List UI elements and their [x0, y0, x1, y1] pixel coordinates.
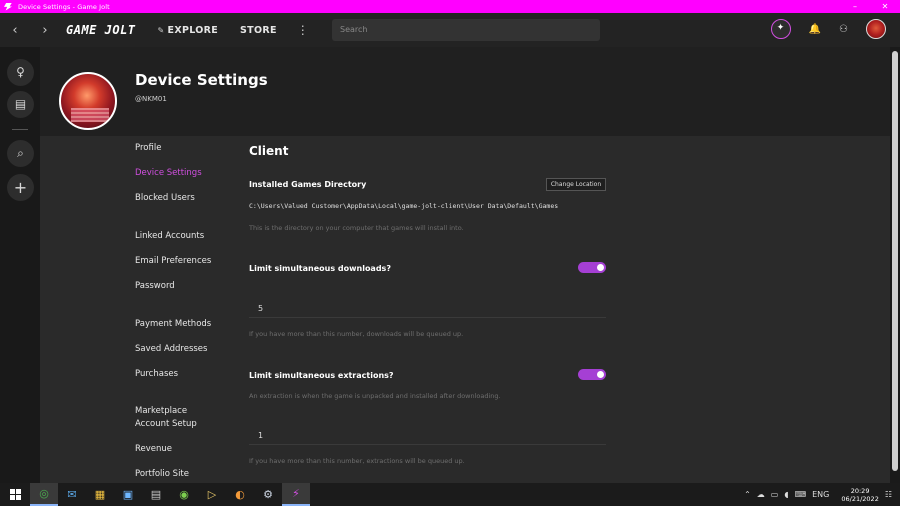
- cloud-icon[interactable]: ☁: [757, 490, 765, 499]
- user-avatar-small[interactable]: [866, 19, 886, 39]
- sidenav-item-marketplace-account-setup[interactable]: Marketplace Account Setup: [135, 405, 197, 431]
- username[interactable]: @NKM01: [135, 95, 167, 103]
- search-input[interactable]: Search: [332, 19, 600, 41]
- page-header: Device Settings @NKM01: [40, 47, 890, 136]
- store-link[interactable]: STORE: [240, 25, 277, 36]
- user-avatar-large[interactable]: [59, 72, 117, 130]
- top-navigation: ‹ › GAME JOLT EXPLORE STORE ⋮ Search ✦ 🔔…: [0, 13, 900, 47]
- main-content: Profile Device Settings Blocked Users Li…: [40, 136, 890, 483]
- extractions-number-input[interactable]: 1: [249, 425, 606, 445]
- notification-center-icon[interactable]: ☷: [885, 490, 892, 499]
- more-menu-icon[interactable]: ⋮: [297, 23, 309, 37]
- sidenav-item-profile[interactable]: Profile: [135, 142, 161, 155]
- sidenav-item-email-preferences[interactable]: Email Preferences: [135, 255, 211, 268]
- section-heading-client: Client: [249, 144, 289, 158]
- language-indicator[interactable]: ENG: [812, 490, 829, 499]
- sidenav-item-password[interactable]: Password: [135, 280, 175, 293]
- rail-home-icon[interactable]: ♀: [7, 59, 34, 86]
- installed-dir-path: C:\Users\Valued Customer\AppData\Local\g…: [249, 202, 559, 210]
- sidenav-item-portfolio-site[interactable]: Portfolio Site: [135, 468, 189, 481]
- volume-icon[interactable]: ◖: [784, 490, 788, 499]
- left-rail: ♀ ▤ ⌕ +: [0, 47, 40, 483]
- network-icon[interactable]: ▭: [771, 490, 779, 499]
- page-title: Device Settings: [135, 71, 268, 89]
- downloads-number-input[interactable]: 5: [249, 298, 606, 318]
- back-arrow-icon[interactable]: ‹: [0, 23, 30, 38]
- game-jolt-app-icon: [4, 2, 12, 11]
- taskbar-clock[interactable]: 20:29 06/21/2022: [841, 487, 878, 503]
- window-title: Device Settings - Game Jolt: [18, 2, 110, 11]
- rail-library-icon[interactable]: ▤: [7, 91, 34, 118]
- sidenav-item-payment-methods[interactable]: Payment Methods: [135, 318, 211, 331]
- system-tray: ⌃ ☁ ▭ ◖ ⌨ ENG 20:29 06/21/2022 ☷: [744, 487, 900, 503]
- minimize-button[interactable]: –: [840, 0, 870, 13]
- notifications-bell-icon[interactable]: 🔔: [809, 24, 821, 35]
- limit-extractions-toggle[interactable]: [578, 369, 606, 380]
- quest-icon[interactable]: ✦: [770, 19, 791, 39]
- limit-downloads-toggle[interactable]: [578, 262, 606, 273]
- windows-logo-icon: [9, 489, 21, 500]
- sidenav-item-purchases[interactable]: Purchases: [135, 368, 178, 381]
- taskbar-files-icon[interactable]: ▤: [142, 483, 170, 506]
- installed-dir-help: This is the directory on your computer t…: [249, 224, 464, 232]
- taskbar-browser-icon[interactable]: ◐: [226, 483, 254, 506]
- taskbar-gamejolt-icon[interactable]: ⚡: [282, 483, 310, 506]
- taskbar-explorer-icon[interactable]: ▦: [86, 483, 114, 506]
- friends-icon[interactable]: ⚇: [839, 24, 848, 35]
- taskbar-chrome-icon[interactable]: ◎: [30, 483, 58, 506]
- rail-search-icon[interactable]: ⌕: [7, 140, 34, 167]
- game-jolt-logo[interactable]: GAME JOLT: [66, 23, 136, 37]
- main-scrollbar[interactable]: [890, 47, 900, 483]
- top-right-icons: ✦ 🔔 ⚇: [770, 19, 886, 39]
- taskbar-steam-icon[interactable]: ⚙: [254, 483, 282, 506]
- sidenav-item-revenue[interactable]: Revenue: [135, 443, 172, 456]
- rail-divider: [12, 129, 28, 130]
- limit-downloads-label: Limit simultaneous downloads?: [249, 264, 391, 273]
- explore-link[interactable]: EXPLORE: [158, 25, 219, 36]
- tray-chevron-icon[interactable]: ⌃: [744, 490, 751, 499]
- rail-add-icon[interactable]: +: [7, 174, 34, 201]
- start-button[interactable]: [0, 483, 30, 506]
- sidenav-item-blocked-users[interactable]: Blocked Users: [135, 192, 195, 205]
- keyboard-icon[interactable]: ⌨: [795, 490, 807, 499]
- close-button[interactable]: ✕: [870, 0, 900, 13]
- extractions-help: If you have more than this number, extra…: [249, 457, 465, 465]
- taskbar-window-icon[interactable]: ▣: [114, 483, 142, 506]
- taskbar-game-icon[interactable]: ◉: [170, 483, 198, 506]
- extractions-description: An extraction is when the game is unpack…: [249, 392, 501, 400]
- sidenav-item-saved-addresses[interactable]: Saved Addresses: [135, 343, 207, 356]
- scrollbar-thumb[interactable]: [892, 51, 898, 471]
- sidenav-item-linked-accounts[interactable]: Linked Accounts: [135, 230, 204, 243]
- window-controls: – ✕: [840, 0, 900, 13]
- forward-arrow-icon[interactable]: ›: [30, 23, 60, 38]
- window-titlebar: Device Settings - Game Jolt – ✕: [0, 0, 900, 13]
- change-location-button[interactable]: Change Location: [546, 178, 606, 191]
- clock-date: 06/21/2022: [841, 494, 879, 503]
- taskbar-mail-icon[interactable]: ✉: [58, 483, 86, 506]
- limit-extractions-label: Limit simultaneous extractions?: [249, 371, 394, 380]
- downloads-help: If you have more than this number, downl…: [249, 330, 464, 338]
- taskbar-media-icon[interactable]: ▷: [198, 483, 226, 506]
- installed-dir-label: Installed Games Directory: [249, 180, 367, 189]
- clock-time: 20:29: [850, 486, 870, 495]
- sidenav-item-device-settings[interactable]: Device Settings: [135, 167, 202, 180]
- windows-taskbar: ◎ ✉ ▦ ▣ ▤ ◉ ▷ ◐ ⚙ ⚡ ⌃ ☁ ▭ ◖ ⌨ ENG 20:29 …: [0, 483, 900, 506]
